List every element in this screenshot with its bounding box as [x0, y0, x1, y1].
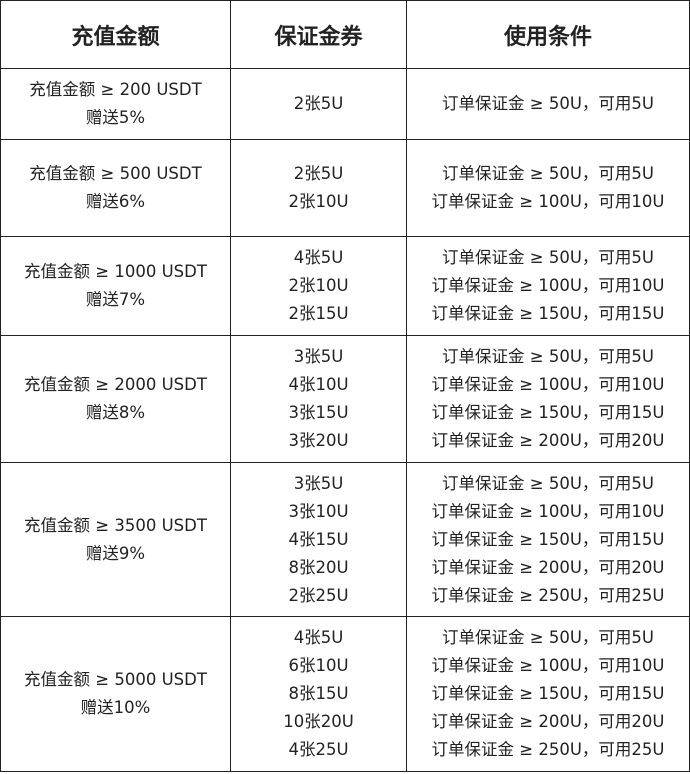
deposit-threshold: 充值金额 ≥ 3500 USDT: [24, 515, 207, 535]
condition-item: 订单保证金 ≥ 50U，可用5U: [442, 164, 654, 183]
conditions-cell: 订单保证金 ≥ 50U，可用5U 订单保证金 ≥ 100U，可用10U 订单保证金 …: [406, 335, 690, 463]
coupon-item: 2张25U: [288, 585, 349, 605]
coupon-item: 8张15U: [288, 684, 349, 703]
condition-item: 订单保证金 ≥ 150U，可用15U: [431, 304, 665, 323]
condition-item: 订单保证金 ≥ 100U，可用10U: [431, 375, 665, 394]
condition-item: 订单保证金 ≥ 200U，可用20U: [431, 431, 665, 450]
coupon-item: 3张5U: [293, 347, 344, 366]
coupon-item: 2张10U: [288, 276, 349, 295]
coupon-item: 2张5U: [293, 164, 344, 183]
deposit-threshold: 充值金额 ≥ 500 USDT: [29, 164, 202, 183]
condition-item: 订单保证金 ≥ 100U，可用10U: [431, 276, 665, 295]
conditions-cell: 订单保证金 ≥ 50U，可用5U 订单保证金 ≥ 100U，可用10U 订单保证金 …: [406, 616, 690, 772]
deposit-threshold: 充值金额 ≥ 200 USDT: [29, 80, 202, 99]
conditions-cell: 订单保证金 ≥ 50U，可用5U: [406, 68, 690, 140]
coupons-cell: 4张5U 2张10U 2张15U: [230, 236, 407, 336]
coupons-cell: 3张5U 4张10U 3张15U 3张20U: [230, 335, 407, 463]
table-row: 充值金额 ≥ 3500 USDT 赠送9% 3张5U 3张10U 4张15U 8张20U 2…: [0, 462, 690, 617]
coupon-item: 3张20U: [288, 431, 349, 450]
bonus-rate: 赠送6%: [85, 192, 146, 211]
bonus-rate: 赠送8%: [85, 403, 146, 422]
coupon-item: 3张5U: [293, 473, 344, 493]
table-row: 充值金额 ≥ 5000 USDT 赠送10% 4张5U 6张10U 8张15U 10张20…: [0, 616, 690, 772]
table-row: 充值金额 ≥ 2000 USDT 赠送8% 3张5U 4张10U 3张15U 3张20U 订…: [0, 335, 690, 463]
header-coupons: 保证金券: [230, 0, 407, 69]
condition-item: 订单保证金 ≥ 250U，可用25U: [431, 740, 665, 759]
coupon-item: 4张25U: [288, 740, 349, 759]
conditions-cell: 订单保证金 ≥ 50U，可用5U 订单保证金 ≥ 100U，可用10U 订单保证金 …: [406, 462, 690, 617]
condition-item: 订单保证金 ≥ 50U，可用5U: [442, 473, 654, 493]
deposit-threshold: 充值金额 ≥ 1000 USDT: [24, 262, 207, 281]
deposit-cell: 充值金额 ≥ 5000 USDT 赠送10%: [0, 616, 231, 772]
condition-item: 订单保证金 ≥ 100U，可用10U: [431, 656, 665, 675]
coupon-item: 2张5U: [293, 94, 344, 113]
condition-item: 订单保证金 ≥ 150U，可用15U: [431, 684, 665, 703]
coupons-cell: 4张5U 6张10U 8张15U 10张20U 4张25U: [230, 616, 407, 772]
deposit-threshold: 充值金额 ≥ 5000 USDT: [24, 670, 207, 689]
coupon-item: 4张15U: [288, 529, 349, 549]
bonus-rate: 赠送10%: [80, 698, 151, 717]
deposit-cell: 充值金额 ≥ 2000 USDT 赠送8%: [0, 335, 231, 463]
condition-item: 订单保证金 ≥ 50U，可用5U: [442, 628, 654, 647]
deposit-cell: 充值金额 ≥ 500 USDT 赠送6%: [0, 139, 231, 237]
deposit-cell: 充值金额 ≥ 200 USDT 赠送5%: [0, 68, 231, 140]
condition-item: 订单保证金 ≥ 250U，可用25U: [431, 585, 665, 605]
coupon-item: 10张20U: [283, 712, 354, 731]
coupon-item: 4张5U: [293, 628, 344, 647]
coupons-cell: 3张5U 3张10U 4张15U 8张20U 2张25U: [230, 462, 407, 617]
bonus-rate: 赠送5%: [85, 108, 146, 127]
table-row: 充值金额 ≥ 1000 USDT 赠送7% 4张5U 2张10U 2张15U 订单保证金 …: [0, 236, 690, 336]
condition-item: 订单保证金 ≥ 200U，可用20U: [431, 712, 665, 731]
coupon-item: 3张10U: [288, 501, 349, 521]
coupon-item: 8张20U: [288, 557, 349, 577]
coupon-item: 6张10U: [288, 656, 349, 675]
deposit-cell: 充值金额 ≥ 1000 USDT 赠送7%: [0, 236, 231, 336]
condition-item: 订单保证金 ≥ 100U，可用10U: [431, 501, 665, 521]
coupon-item: 4张10U: [288, 375, 349, 394]
table-row: 充值金额 ≥ 500 USDT 赠送6% 2张5U 2张10U 订单保证金 ≥ 50U，…: [0, 139, 690, 237]
header-deposit: 充值金额: [0, 0, 231, 69]
bonus-rate: 赠送7%: [85, 290, 146, 309]
coupon-item: 2张15U: [288, 304, 349, 323]
conditions-cell: 订单保证金 ≥ 50U，可用5U 订单保证金 ≥ 100U，可用10U 订单保证金 …: [406, 236, 690, 336]
header-row: 充值金额 保证金券 使用条件: [0, 0, 690, 69]
condition-item: 订单保证金 ≥ 50U，可用5U: [442, 94, 654, 113]
deposit-threshold: 充值金额 ≥ 2000 USDT: [24, 375, 207, 394]
condition-item: 订单保证金 ≥ 100U，可用10U: [431, 192, 665, 211]
coupon-item: 2张10U: [288, 192, 349, 211]
deposit-cell: 充值金额 ≥ 3500 USDT 赠送9%: [0, 462, 231, 617]
coupons-cell: 2张5U 2张10U: [230, 139, 407, 237]
condition-item: 订单保证金 ≥ 50U，可用5U: [442, 347, 654, 366]
bonus-table: 充值金额 保证金券 使用条件 充值金额 ≥ 200 USDT 赠送5% 2张5U 订单…: [0, 0, 690, 772]
condition-item: 订单保证金 ≥ 150U，可用15U: [431, 529, 665, 549]
coupons-cell: 2张5U: [230, 68, 407, 140]
coupon-item: 4张5U: [293, 248, 344, 267]
bonus-rate: 赠送9%: [85, 543, 146, 563]
condition-item: 订单保证金 ≥ 200U，可用20U: [431, 557, 665, 577]
conditions-cell: 订单保证金 ≥ 50U，可用5U 订单保证金 ≥ 100U，可用10U: [406, 139, 690, 237]
coupon-item: 3张15U: [288, 403, 349, 422]
condition-item: 订单保证金 ≥ 50U，可用5U: [442, 248, 654, 267]
table-row: 充值金额 ≥ 200 USDT 赠送5% 2张5U 订单保证金 ≥ 50U，可用5U: [0, 68, 690, 140]
header-conditions: 使用条件: [406, 0, 690, 69]
condition-item: 订单保证金 ≥ 150U，可用15U: [431, 403, 665, 422]
